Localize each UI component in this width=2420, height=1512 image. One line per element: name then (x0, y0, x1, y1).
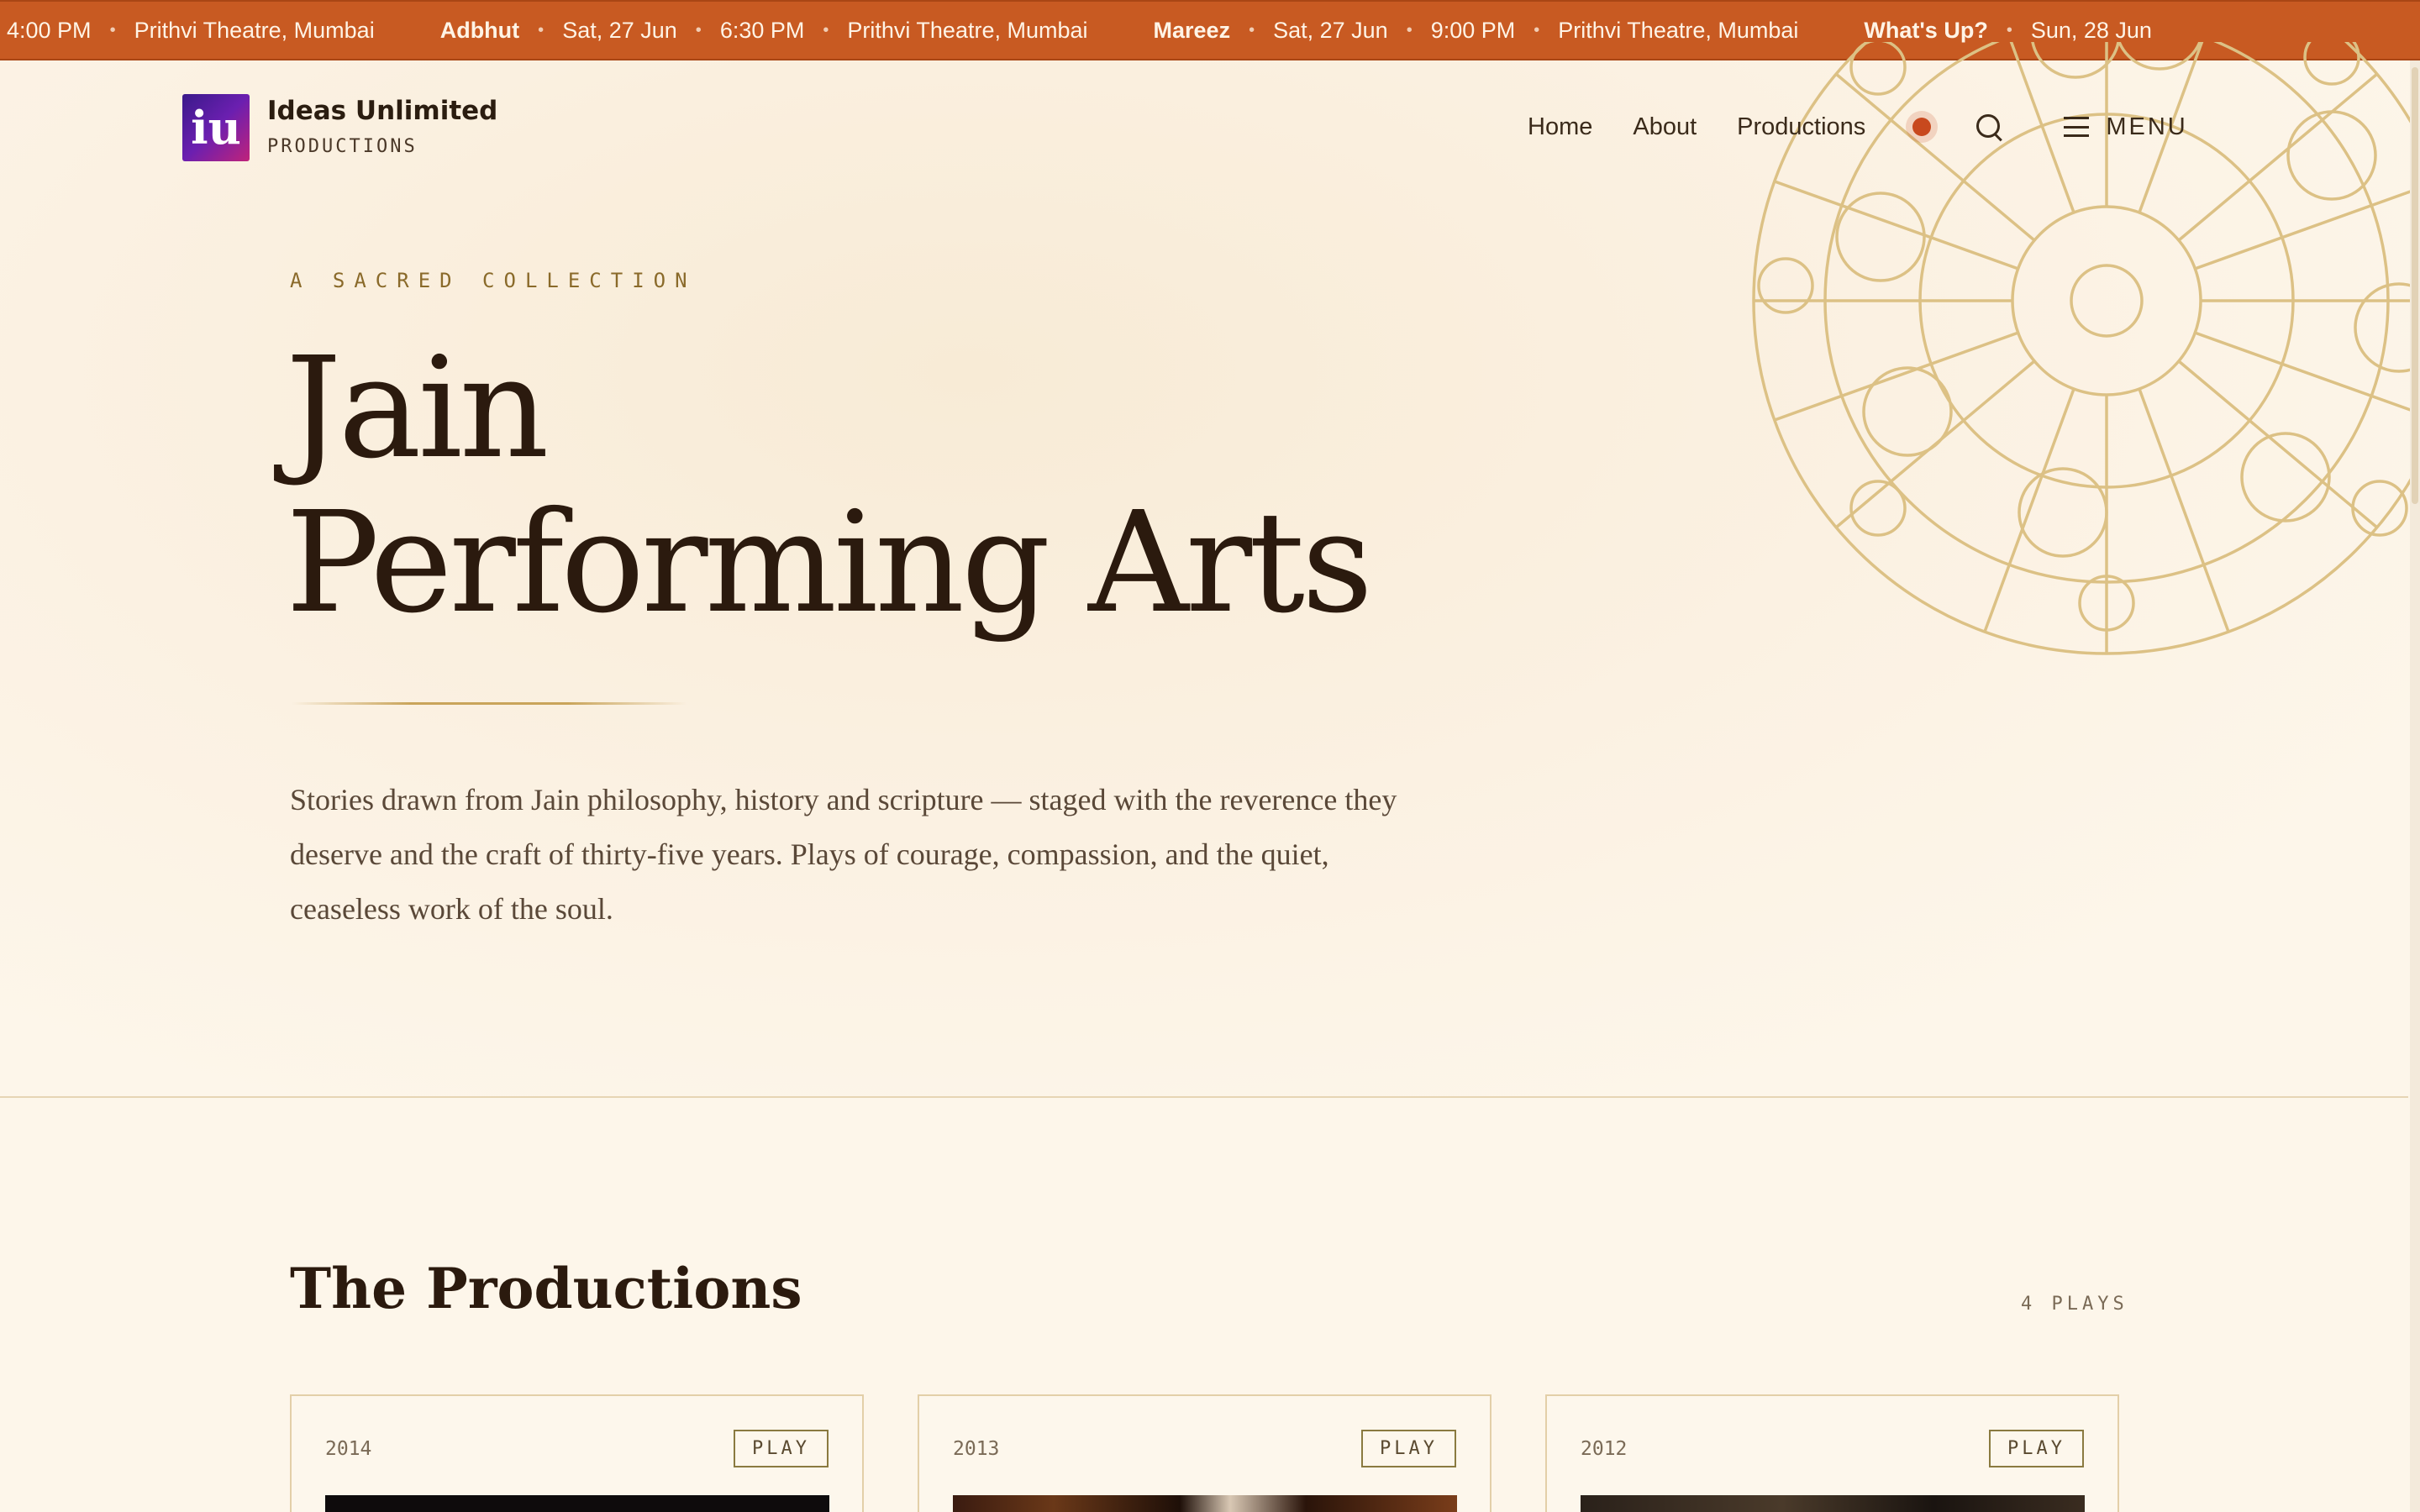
nav-about[interactable]: About (1633, 113, 1697, 141)
card-year: 2012 (1581, 1438, 1628, 1460)
menu-label: MENU (2106, 113, 2188, 140)
separator-dot: • (2006, 20, 2012, 39)
card-thumbnail[interactable] (953, 1495, 1457, 1512)
hero-title-line1: Jain (286, 328, 550, 490)
nav-home[interactable]: Home (1528, 113, 1592, 141)
ticker-date: Sun, 28 Jun (2030, 17, 2152, 43)
separator-dot: • (1249, 20, 1255, 39)
ticker-venue: Prithvi Theatre, Mumbai (134, 17, 375, 43)
separator-dot: • (109, 20, 116, 39)
hamburger-icon (2064, 117, 2090, 137)
section-divider (0, 1096, 2408, 1098)
ticker-date: Sat, 27 Jun (562, 17, 677, 43)
ticker-title: Adbhut (439, 17, 520, 43)
separator-dot: • (823, 20, 829, 39)
card-thumbnail[interactable] (325, 1495, 829, 1512)
ticker-time: 6:30 PM (719, 17, 805, 43)
production-card[interactable]: 2012 PLAY (1545, 1394, 2119, 1512)
production-card[interactable]: 2013 PLAY (918, 1394, 1491, 1512)
ticker-item[interactable]: Adbhut • Sat, 27 Jun • 6:30 PM • Prithvi… (434, 18, 1088, 44)
separator-dot: • (1406, 20, 1413, 39)
hero-title: Jain Performing Arts (286, 328, 1373, 644)
production-card[interactable]: 2014 PLAY (290, 1394, 864, 1512)
card-type-tag: PLAY (1361, 1430, 1456, 1467)
separator-dot: • (695, 20, 702, 39)
ticker-title: What's Up? (1864, 17, 1988, 43)
card-year: 2013 (953, 1438, 1000, 1460)
ticker-item[interactable]: 4:00 PM • Prithvi Theatre, Mumbai (0, 18, 375, 44)
card-year: 2014 (325, 1438, 372, 1460)
ticker-item[interactable]: What's Up? • Sun, 28 Jun (1857, 18, 2152, 44)
hero-eyebrow: A SACRED COLLECTION (290, 269, 697, 292)
nav-productions[interactable]: Productions (1737, 113, 1865, 141)
ticker-item[interactable]: Mareez • Sat, 27 Jun • 9:00 PM • Prithvi… (1147, 18, 1799, 44)
hero-title-line2: Performing Arts (286, 482, 1373, 644)
hero-description: Stories drawn from Jain philosophy, hist… (290, 783, 1397, 926)
live-indicator-dot[interactable] (1912, 118, 1932, 136)
hero-divider (292, 702, 687, 705)
card-thumbnail[interactable] (1581, 1495, 2085, 1512)
ticker-time: 9:00 PM (1430, 17, 1516, 43)
ticker-venue: Prithvi Theatre, Mumbai (847, 17, 1088, 43)
productions-heading: The Productions (290, 1256, 802, 1321)
ticker-time: 4:00 PM (7, 17, 92, 43)
logo-letter: iu (191, 101, 241, 155)
ticker-venue: Prithvi Theatre, Mumbai (1558, 17, 1799, 43)
separator-dot: • (1534, 20, 1540, 39)
separator-dot: • (538, 20, 544, 39)
scrollbar-thumb[interactable] (2412, 67, 2418, 504)
ticker-date: Sat, 27 Jun (1273, 17, 1388, 43)
brand-name[interactable]: Ideas Unlimited (267, 96, 497, 126)
card-type-tag: PLAY (1989, 1430, 2084, 1467)
menu-button[interactable]: MENU (2064, 113, 2187, 141)
search-icon[interactable] (1975, 113, 2003, 141)
site-header: iu Ideas Unlimited PRODUCTIONS Home Abou… (0, 60, 2420, 195)
main-nav: Home About Productions MENU (1528, 113, 2188, 141)
brand-logo[interactable]: iu (182, 94, 250, 161)
ticker-title: Mareez (1153, 17, 1231, 43)
brand-subtitle: PRODUCTIONS (267, 136, 418, 157)
plays-count: 4 PLAYS (2021, 1294, 2128, 1315)
card-type-tag: PLAY (734, 1430, 829, 1467)
